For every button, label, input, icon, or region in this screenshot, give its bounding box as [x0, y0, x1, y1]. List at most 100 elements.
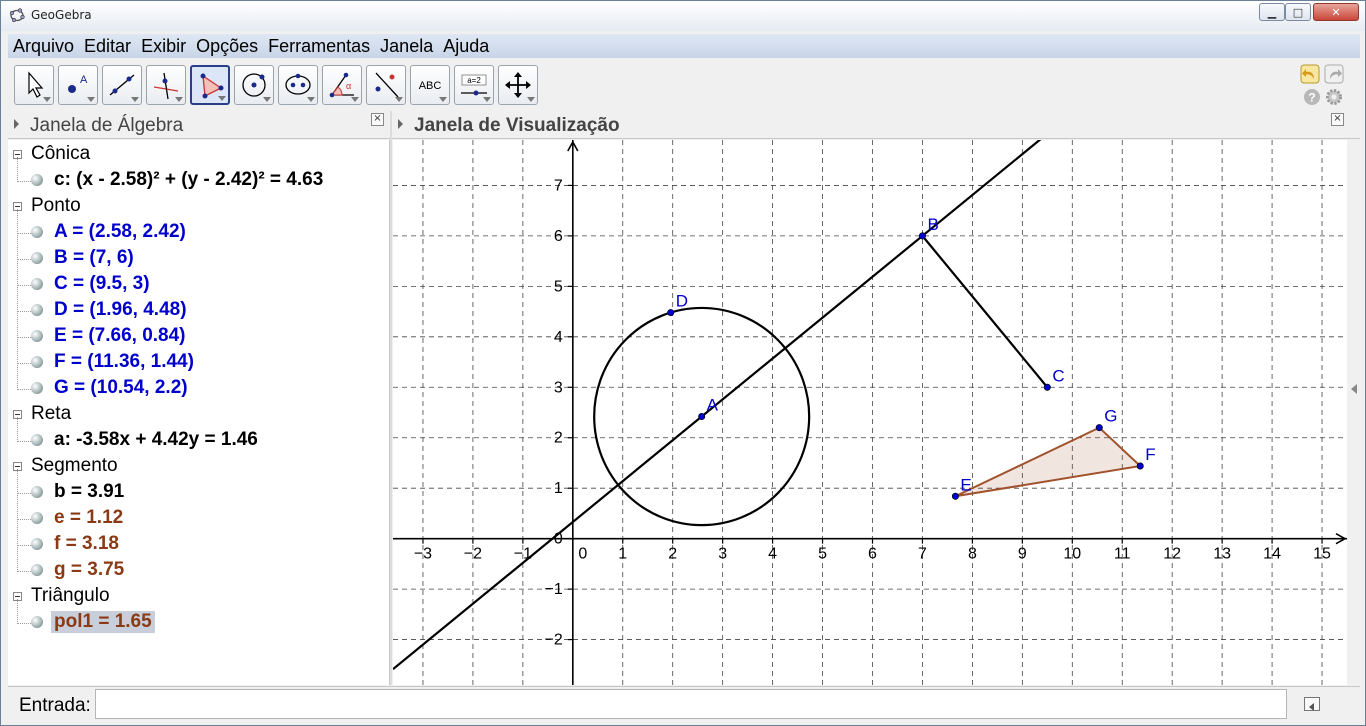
point-e[interactable] — [951, 492, 959, 500]
y-tick-label: 3 — [554, 379, 563, 396]
x-tick-label: 15 — [1313, 546, 1331, 563]
menu-arquivo[interactable]: Arquivo — [8, 36, 79, 57]
perpendicular-tool-button[interactable] — [146, 65, 186, 105]
menu-opcoes[interactable]: Opções — [191, 36, 263, 57]
point-label-c: C — [1052, 366, 1064, 385]
point-a[interactable] — [698, 413, 706, 421]
y-tick-label: 6 — [554, 228, 563, 245]
x-tick-label: 12 — [1163, 546, 1181, 563]
menu-janela[interactable]: Janela — [375, 36, 438, 57]
move-tool-button[interactable] — [14, 65, 54, 105]
algebra-category-label: Ponto — [31, 195, 81, 216]
algebra-object-text: C = (9.5, 3) — [54, 273, 150, 294]
y-tick-label: 1 — [554, 480, 563, 497]
x-tick-label: −2 — [464, 546, 482, 563]
x-tick-label: 9 — [1018, 546, 1027, 563]
redo-icon[interactable] — [1324, 64, 1344, 84]
menu-ferramentas[interactable]: Ferramentas — [263, 36, 375, 57]
visibility-toggle-icon[interactable] — [31, 512, 43, 524]
menu-editar[interactable]: Editar — [79, 36, 136, 57]
x-tick-label: 5 — [818, 546, 827, 563]
gear-icon[interactable] — [1324, 87, 1344, 107]
collapse-arrow-icon[interactable] — [1350, 384, 1358, 394]
panel-splitter[interactable] — [390, 111, 392, 685]
line-a[interactable] — [393, 140, 1347, 670]
menu-ajuda[interactable]: Ajuda — [438, 36, 494, 57]
point-f[interactable] — [1136, 462, 1144, 470]
angle-tool-button[interactable]: α — [322, 65, 362, 105]
visibility-toggle-icon[interactable] — [31, 382, 43, 394]
point-b[interactable] — [918, 232, 926, 240]
visibility-toggle-icon[interactable] — [31, 330, 43, 342]
algebra-panel-header: Janela de Álgebra × — [8, 111, 390, 139]
algebra-object-text: c: (x - 2.58)² + (y - 2.42)² = 4.63 — [54, 169, 324, 190]
algebra-object-text: pol1 = 1.65 — [51, 611, 155, 633]
graphics-canvas[interactable]: −3 −2 −1 0 1 2 3 4 5 6 7 8 9 10 11 12 13 14 15−2−101234567… — [393, 140, 1347, 685]
visibility-toggle-icon[interactable] — [31, 174, 43, 186]
visibility-toggle-icon[interactable] — [31, 252, 43, 264]
algebra-object-text: e = 1.12 — [54, 507, 124, 528]
move-graphics-tool-button[interactable] — [498, 65, 538, 105]
graphics-panel-header: Janela de Visualização × — [392, 111, 1360, 139]
algebra-view: Cônica c: (x - 2.58)² + (y - 2.42)² = 4.6… — [8, 140, 390, 685]
visibility-toggle-icon[interactable] — [31, 434, 43, 446]
point-label-d: D — [676, 292, 688, 311]
x-tick-label: 11 — [1114, 546, 1131, 563]
point-d[interactable] — [667, 309, 675, 317]
visibility-toggle-icon[interactable] — [31, 616, 43, 628]
algebra-object-text: B = (7, 6) — [54, 247, 134, 268]
visibility-toggle-icon[interactable] — [31, 538, 43, 550]
visibility-toggle-icon[interactable] — [31, 356, 43, 368]
tree-line — [17, 313, 31, 338]
circle-tool-button[interactable] — [234, 65, 274, 105]
x-tick-label: 4 — [768, 546, 777, 563]
algebra-object-text: E = (7.66, 0.84) — [54, 325, 186, 346]
input-field[interactable] — [95, 689, 1287, 719]
visibility-toggle-icon[interactable] — [31, 304, 43, 316]
algebra-close-icon[interactable]: × — [371, 113, 384, 126]
polygon-tool-button[interactable] — [190, 65, 230, 105]
graphics-close-icon[interactable]: × — [1331, 113, 1344, 126]
title-bar: GeoGebra ▁ □ ✕ — [1, 1, 1365, 31]
help-icon[interactable]: ? — [1302, 87, 1322, 107]
x-tick-label: 7 — [918, 546, 927, 563]
algebra-category-label: Cônica — [31, 143, 91, 164]
slider-tool-button[interactable]: a=2 — [454, 65, 494, 105]
y-tick-label: 4 — [554, 329, 563, 346]
algebra-object-text: b = 3.91 — [54, 481, 125, 502]
geogebra-logo-icon — [9, 8, 25, 23]
x-tick-label: 14 — [1263, 546, 1281, 563]
tree-line — [17, 547, 31, 572]
visibility-toggle-icon[interactable] — [31, 226, 43, 238]
algebra-object-text: D = (1.96, 4.48) — [54, 299, 187, 320]
x-tick-label: 1 — [618, 546, 627, 563]
visibility-toggle-icon[interactable] — [31, 278, 43, 290]
menu-bar: Arquivo Editar Exibir Opções Ferramentas… — [8, 34, 1360, 58]
minimize-button[interactable]: ▁ — [1259, 3, 1285, 21]
line-tool-button[interactable] — [102, 65, 142, 105]
expand-arrow-icon[interactable] — [14, 119, 19, 129]
expand-arrow-icon[interactable] — [398, 119, 403, 129]
visibility-toggle-icon[interactable] — [31, 486, 43, 498]
input-help-icon[interactable] — [1304, 697, 1320, 711]
triangle-pol1[interactable] — [954, 426, 1143, 498]
point-tool-button[interactable]: A — [58, 65, 98, 105]
text-tool-button[interactable]: ABC — [410, 65, 450, 105]
conic-tool-button[interactable] — [278, 65, 318, 105]
point-c[interactable] — [1043, 383, 1051, 391]
undo-icon[interactable] — [1300, 64, 1320, 84]
svg-text:?: ? — [1308, 91, 1315, 105]
tree-line — [17, 521, 31, 546]
maximize-button[interactable]: □ — [1285, 3, 1311, 21]
point-label-g: G — [1104, 407, 1117, 426]
graphics-view[interactable]: −3 −2 −1 0 1 2 3 4 5 6 7 8 9 10 11 12 13 14 15 −2 −1 0 1 2 3 4 5 6 7… — [393, 140, 1347, 685]
segment-b[interactable] — [921, 235, 1049, 388]
reflect-tool-button[interactable] — [366, 65, 406, 105]
visibility-toggle-icon[interactable] — [31, 564, 43, 576]
tree-line — [17, 209, 31, 234]
tree-line — [17, 365, 31, 390]
menu-exibir[interactable]: Exibir — [136, 36, 191, 57]
close-button[interactable]: ✕ — [1313, 3, 1359, 21]
tree-line — [17, 417, 31, 442]
point-g[interactable] — [1095, 424, 1103, 432]
